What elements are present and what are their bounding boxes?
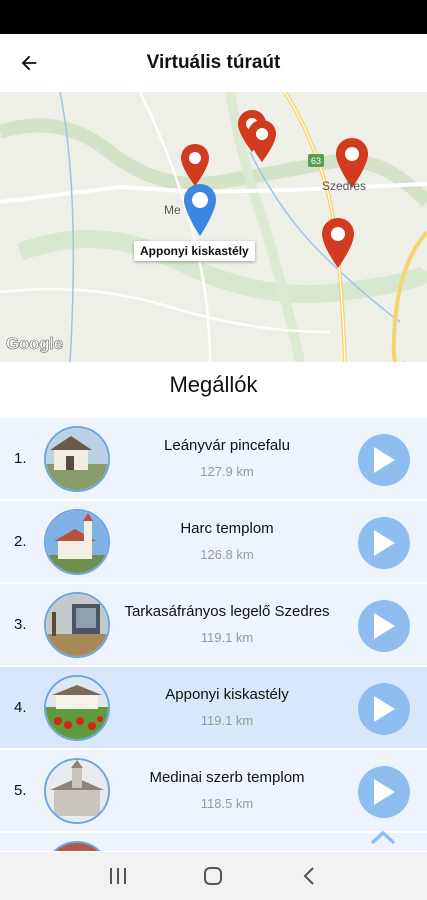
stop-distance: 126.8 km xyxy=(200,547,254,562)
stop-row[interactable]: 4. Apponyi kiskastély 119.1 km xyxy=(0,667,427,750)
status-bar xyxy=(0,0,427,34)
recents-icon xyxy=(109,868,126,884)
stop-thumbnail xyxy=(44,592,110,658)
arrow-left-icon xyxy=(21,55,37,71)
stop-row[interactable]: 2. Harc templom 126.8 km xyxy=(0,501,427,584)
stop-number: 2. xyxy=(14,533,27,550)
stop-row[interactable] xyxy=(0,833,427,853)
play-icon xyxy=(374,696,395,722)
stop-distance: 119.1 km xyxy=(200,713,254,728)
stop-row[interactable]: 3. Tarkasáfrányos legelő Szedres 119.1 k… xyxy=(0,584,427,667)
stop-name: Apponyi kiskastély xyxy=(165,686,289,703)
recents-button[interactable] xyxy=(98,856,138,896)
stop-list: 1. Leányvár pincefalu 127.9 km 2. Harc t… xyxy=(0,418,427,853)
stop-row[interactable]: 1. Leányvár pincefalu 127.9 km xyxy=(0,418,427,501)
back-chevron-icon xyxy=(303,867,314,885)
stop-thumbnail xyxy=(44,675,110,741)
stop-thumbnail xyxy=(44,509,110,575)
stop-distance: 127.9 km xyxy=(200,464,254,479)
home-button[interactable] xyxy=(193,856,233,896)
stop-name: Harc templom xyxy=(180,520,274,537)
play-icon xyxy=(374,613,395,639)
page-title: Virtuális túraút xyxy=(146,52,281,73)
route-shield: 63 xyxy=(308,154,324,167)
stop-thumbnail xyxy=(44,758,110,824)
stop-row[interactable]: 5. Medinai szerb templom 118.5 km xyxy=(0,750,427,833)
map-tooltip: Apponyi kiskastély xyxy=(134,241,255,261)
stop-number: 4. xyxy=(14,699,27,716)
play-button[interactable] xyxy=(358,517,410,569)
stop-distance: 118.5 km xyxy=(200,796,254,811)
play-button[interactable] xyxy=(358,600,410,652)
play-icon xyxy=(374,447,395,473)
app-bar: Virtuális túraút xyxy=(0,34,427,92)
map-view[interactable]: Apponyi kiskastély Szedres Me 63 Google xyxy=(0,92,427,362)
google-logo: Google xyxy=(6,334,64,354)
play-icon xyxy=(374,530,395,556)
map-canvas[interactable] xyxy=(0,92,427,362)
stop-name: Leányvár pincefalu xyxy=(164,437,290,454)
map-town-label: Me xyxy=(164,203,181,217)
play-button[interactable] xyxy=(358,434,410,486)
back-button[interactable] xyxy=(14,48,44,78)
stop-thumbnail xyxy=(44,426,110,492)
stop-number: 1. xyxy=(14,450,27,467)
stop-number: 3. xyxy=(14,616,27,633)
home-icon xyxy=(204,867,223,885)
play-button[interactable] xyxy=(358,766,410,818)
system-back-button[interactable] xyxy=(289,856,329,896)
stop-name: Medinai szerb templom xyxy=(149,769,305,786)
stop-distance: 119.1 km xyxy=(200,630,254,645)
section-title: Megállók xyxy=(169,372,258,397)
stop-number: 5. xyxy=(14,782,27,799)
scroll-to-top-button[interactable] xyxy=(369,826,397,848)
play-button[interactable] xyxy=(358,683,410,735)
map-town-label: Szedres xyxy=(322,179,367,193)
system-nav-bar xyxy=(0,852,427,900)
stop-name: Tarkasáfrányos legelő Szedres xyxy=(124,603,330,620)
chevron-up-icon xyxy=(371,830,395,844)
play-icon xyxy=(374,779,395,805)
